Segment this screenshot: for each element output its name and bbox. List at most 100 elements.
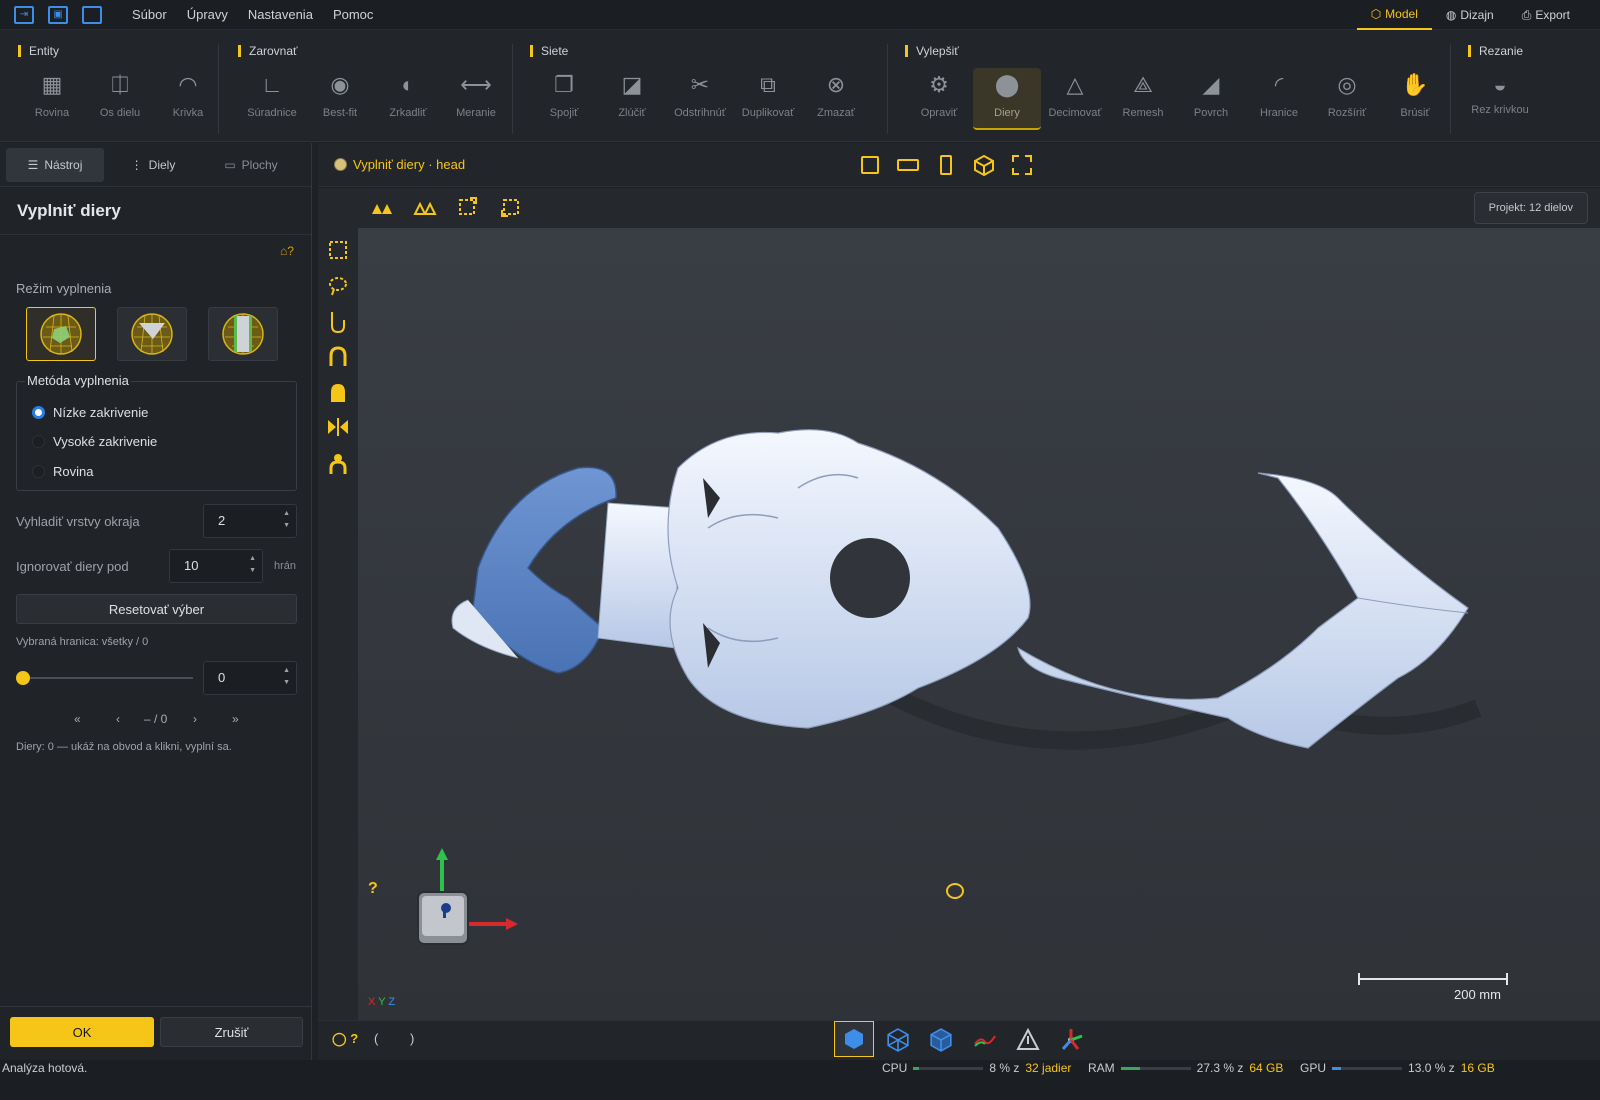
deselect-icon[interactable]	[413, 198, 437, 218]
tool-rez-krivkou[interactable]: ◒ Rez krivkou	[1468, 68, 1532, 130]
tool-decimovat[interactable]: △ Decimovať	[1041, 68, 1109, 130]
save-icon[interactable]: ▣	[48, 5, 68, 24]
fill-mode-partial[interactable]	[117, 307, 187, 361]
rect-select-icon[interactable]	[328, 240, 348, 260]
tool-odstrihnut[interactable]: ✂ Odstrihnúť	[666, 68, 734, 130]
border-slider-thumb[interactable]	[16, 671, 30, 685]
ok-button[interactable]: OK	[10, 1017, 154, 1047]
tool-zmazat[interactable]: ⊗ Zmazať	[802, 68, 870, 130]
fill-mode-smooth[interactable]	[26, 307, 96, 361]
mode-export[interactable]: ⎙ Export	[1508, 0, 1584, 30]
mouse-hint[interactable]: ◯ ?	[332, 1031, 358, 1047]
bucket-select-icon[interactable]	[328, 382, 348, 404]
tool-zlucit[interactable]: ◪ Zlúčiť	[598, 68, 666, 130]
tool-rozsirit[interactable]: ◎ Rozšíriť	[1313, 68, 1381, 130]
window-icon[interactable]	[82, 5, 102, 24]
mouse-help-icon[interactable]: ⌂?	[280, 244, 294, 258]
mode-dizajn[interactable]: ◍ Dizajn	[1432, 0, 1508, 30]
tool-povrch[interactable]: ◢ Povrch	[1177, 68, 1245, 130]
viewport[interactable]: Projekt: 12 dielov ? X Y Z 200 mm	[318, 188, 1600, 1020]
tool-remesh[interactable]: ⟁ Remesh	[1109, 68, 1177, 130]
tool-label: Rozšíriť	[1327, 107, 1367, 119]
tool-spojit[interactable]: ❐ Spojiť	[530, 68, 598, 130]
nav-last[interactable]: »	[232, 712, 239, 726]
tool-meranie[interactable]: ⟷ Meranie	[442, 68, 510, 130]
tab-nastroj[interactable]: ☰ Nástroj	[6, 147, 104, 182]
tool-zrkadlit[interactable]: ◐ Zrkadliť	[374, 68, 442, 130]
new-icon[interactable]: ⇥	[14, 5, 34, 24]
export-icon: ⎙	[1521, 8, 1532, 22]
deviation-icon[interactable]	[1016, 1028, 1040, 1052]
bracket-right[interactable]: )	[410, 1031, 414, 1046]
sphere-bridge-icon	[222, 313, 264, 355]
panel-title: Vyplniť diery	[0, 187, 311, 235]
view-side-icon[interactable]	[934, 153, 958, 177]
cancel-button[interactable]: Zrušiť	[160, 1017, 303, 1047]
view-front-icon[interactable]	[858, 153, 882, 177]
magnet-select-icon[interactable]	[328, 346, 348, 368]
fill-mode-bridge[interactable]	[208, 307, 278, 361]
project-badge[interactable]: Projekt: 12 dielov	[1473, 192, 1588, 224]
tab-label: Nástroj	[44, 157, 83, 172]
tool-rovina[interactable]: ▦ Rovina	[18, 68, 86, 130]
axis-gizmo-icon[interactable]	[1058, 1027, 1084, 1053]
viewport-help[interactable]: ?	[368, 880, 378, 898]
menu-upravy[interactable]: Úpravy	[187, 7, 228, 22]
selection-toolbar: Projekt: 12 dielov	[318, 188, 1600, 228]
border-index-stepper[interactable]: 0 ▲ ▼	[203, 661, 297, 695]
brush-select-icon[interactable]	[328, 310, 348, 334]
tool-hranice[interactable]: ◜ Hranice	[1245, 68, 1313, 130]
connected-select-icon[interactable]	[328, 452, 348, 476]
nav-first[interactable]: «	[74, 712, 81, 726]
hole-icon: ⬤	[994, 72, 1020, 97]
view-top-icon[interactable]	[896, 153, 920, 177]
tool-krivka[interactable]: ◠ Krivka	[154, 68, 222, 130]
border-slider-track[interactable]	[18, 677, 193, 679]
scale-label: 200 mm	[1454, 987, 1501, 1002]
ribbon: Entity ▦ Rovina ⎅ Os dielu ◠ Krivka Zarovna…	[0, 30, 1600, 142]
tool-label: Spojiť	[549, 107, 579, 119]
tab-plochy[interactable]: ▭ Plochy	[202, 148, 300, 182]
xray-cube-icon[interactable]	[929, 1028, 953, 1052]
pivot-circle-icon[interactable]	[946, 883, 964, 899]
tool-best-fit[interactable]: ◉ Best-fit	[306, 68, 374, 130]
stepper-arrows-icon[interactable]: ▲ ▼	[283, 508, 290, 532]
curvature-graph-icon[interactable]	[973, 1030, 997, 1050]
nav-next[interactable]: ›	[193, 712, 197, 726]
axis-y-label: Y	[378, 996, 386, 1008]
tool-opravit[interactable]: ⚙ Opraviť	[905, 68, 973, 130]
mirror-select-icon[interactable]	[326, 416, 350, 438]
tool-brusit[interactable]: ✋ Brúsiť	[1381, 68, 1449, 130]
grow-selection-icon[interactable]	[456, 196, 478, 218]
method-plane[interactable]: Rovina	[32, 464, 93, 479]
menu-subor[interactable]: Súbor	[132, 7, 167, 22]
ram-meter: RAM 27.3 % z 64 GB	[1088, 1061, 1283, 1075]
bracket-left[interactable]: (	[374, 1031, 378, 1046]
orientation-cube-icon[interactable]	[408, 848, 518, 958]
stepper-arrows-icon[interactable]: ▲ ▼	[283, 665, 290, 689]
stepper-arrows-icon[interactable]: ▲ ▼	[249, 553, 256, 577]
tool-duplikovat[interactable]: ⧉ Duplikovať	[734, 68, 802, 130]
wireframe-cube-icon[interactable]	[886, 1028, 910, 1052]
menu-pomoc[interactable]: Pomoc	[333, 7, 373, 22]
tab-diely[interactable]: ⋮ Diely	[104, 148, 202, 182]
mode-model[interactable]: ⬡ Model	[1356, 0, 1432, 30]
tool-diery[interactable]: ⬤ Diery	[973, 68, 1041, 130]
lasso-select-icon[interactable]	[328, 276, 348, 296]
method-low-curvature[interactable]: Nízke zakrivenie	[32, 405, 148, 420]
fit-view-icon[interactable]	[1010, 153, 1034, 177]
nav-prev[interactable]: ‹	[116, 712, 120, 726]
smooth-stepper[interactable]: 2 ▲ ▼	[203, 504, 297, 538]
curve-cut-icon: ◒	[1493, 72, 1507, 97]
shaded-mode-button[interactable]	[834, 1021, 874, 1057]
method-high-curvature[interactable]: Vysoké zakrivenie	[32, 434, 157, 449]
menu-nastavenia[interactable]: Nastavenia	[248, 7, 313, 22]
reset-selection-button[interactable]: Resetovať výber	[16, 594, 297, 624]
tool-os-dielu[interactable]: ⎅ Os dielu	[86, 68, 154, 130]
select-all-icon[interactable]	[370, 198, 394, 218]
3d-canvas[interactable]: ? X Y Z 200 mm	[358, 228, 1600, 1020]
tool-suradnice[interactable]: ∟ Súradnice	[238, 68, 306, 130]
ignore-stepper[interactable]: 10 ▲ ▼	[169, 549, 263, 583]
view-iso-icon[interactable]	[972, 153, 996, 177]
shrink-selection-icon[interactable]	[500, 196, 522, 218]
